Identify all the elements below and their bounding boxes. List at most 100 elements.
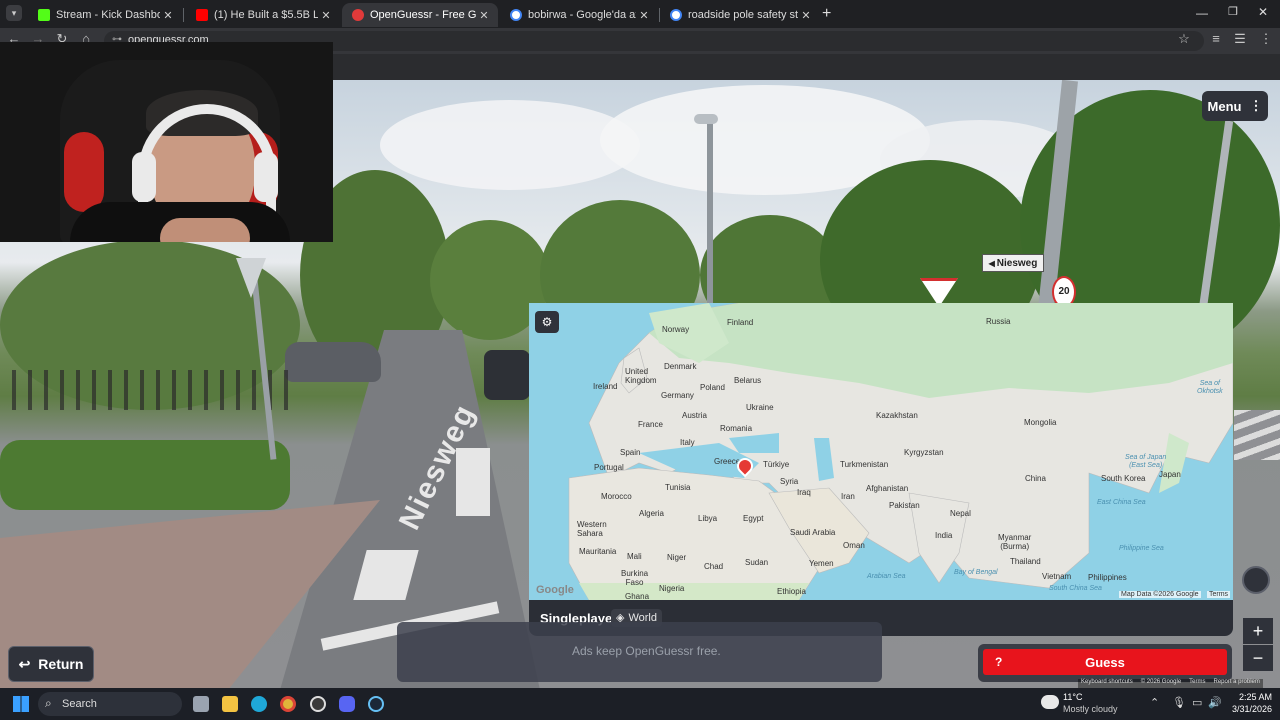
close-icon[interactable]: ✕: [160, 9, 176, 22]
map-terms-link[interactable]: Terms: [1207, 591, 1231, 598]
guess-map[interactable]: Finland Norway Russia United Kingdom Ire…: [529, 303, 1233, 600]
map-label: Ethiopia: [777, 587, 806, 596]
map-label: Nigeria: [659, 584, 685, 593]
return-icon: ↩: [18, 655, 31, 672]
map-label: Kyrgyzstan: [904, 448, 944, 457]
map-label: Türkiye: [763, 460, 790, 469]
map-label: Ukraine: [746, 403, 774, 412]
steam-icon[interactable]: [368, 696, 384, 712]
map-settings-button[interactable]: ⚙: [535, 311, 559, 333]
map-label: Egypt: [743, 514, 764, 523]
clock-date[interactable]: 3/31/2026: [1224, 704, 1272, 714]
close-icon[interactable]: ✕: [636, 9, 652, 22]
close-icon[interactable]: ✕: [798, 9, 814, 22]
map-label: Sudan: [745, 558, 769, 567]
tab-google-bobirwa[interactable]: bobirwa - Google'da axtarış ✕: [500, 3, 658, 27]
street-lamp: [707, 120, 713, 305]
map-label: Algeria: [639, 509, 664, 518]
shortcuts-link[interactable]: Keyboard shortcuts: [1081, 679, 1133, 688]
map-label: Yemen: [809, 559, 834, 568]
map-label: Oman: [843, 541, 865, 550]
search-placeholder: Search: [62, 698, 97, 710]
map-label: Spain: [620, 448, 641, 457]
taskbar-search[interactable]: ⌕ Search: [38, 692, 182, 716]
edge-icon[interactable]: [251, 696, 267, 712]
tray-chevron-icon[interactable]: ⌃: [1150, 696, 1159, 709]
sea-label: Bay of Bengal: [954, 569, 998, 576]
weather-temp: 11°C: [1063, 692, 1083, 702]
tab-title: (1) He Built a $5.5B Legal AI Co: [214, 9, 318, 21]
tab-kick-dashboard[interactable]: Stream - Kick Dashboard ✕: [28, 3, 182, 27]
map-label: Ireland: [593, 382, 618, 391]
map-label: Kazakhstan: [876, 411, 918, 420]
parked-car: [484, 350, 530, 400]
extensions-icon[interactable]: ☰: [1230, 31, 1250, 47]
map-label: Syria: [780, 477, 799, 486]
ad-text: Ads keep OpenGuessr free.: [572, 644, 721, 658]
map-label: South Korea: [1101, 474, 1146, 483]
google-icon: [670, 9, 682, 21]
restore-button[interactable]: ❐: [1228, 5, 1238, 18]
obs-icon[interactable]: [310, 696, 326, 712]
map-label: Japan: [1159, 470, 1181, 479]
minimize-button[interactable]: —: [1196, 6, 1208, 20]
menu-button[interactable]: Menu ⋮: [1202, 91, 1268, 121]
bookmark-star-icon[interactable]: ☆: [1174, 31, 1194, 47]
reading-list-icon[interactable]: ≡: [1206, 31, 1226, 46]
map-label: Ghana: [625, 592, 650, 600]
weather-icon[interactable]: [1041, 695, 1059, 709]
more-menu-icon[interactable]: ⋮: [1256, 31, 1276, 47]
map-label: Chad: [704, 562, 724, 571]
map-label: Saudi Arabia: [790, 528, 836, 537]
tab-openguessr[interactable]: OpenGuessr - Free GeoGuessr ✕: [342, 3, 498, 27]
return-button[interactable]: ↩ Return: [8, 646, 94, 682]
sea-label: Philippine Sea: [1119, 545, 1164, 552]
map-label: Western Sahara: [577, 520, 607, 538]
map-label: Afghanistan: [866, 484, 909, 493]
guess-button[interactable]: ? Guess: [983, 649, 1227, 675]
more-vertical-icon: ⋮: [1249, 98, 1263, 113]
map-label: Finland: [727, 318, 754, 327]
compass-icon[interactable]: [1242, 566, 1270, 594]
zoom-out-button[interactable]: −: [1243, 645, 1273, 671]
ad-banner: Ads keep OpenGuessr free.: [397, 622, 882, 682]
map-label: Morocco: [601, 492, 632, 501]
display-icon[interactable]: ▭: [1192, 696, 1202, 709]
tab-title: bobirwa - Google'da axtarış: [528, 9, 636, 21]
map-label: Niger: [667, 553, 687, 562]
streetview-attribution: Keyboard shortcuts © 2026 Google Terms R…: [1078, 679, 1263, 688]
windows-start-icon[interactable]: [13, 696, 29, 712]
sea-label: Arabian Sea: [867, 573, 906, 580]
tab-search-button[interactable]: ▾: [6, 5, 22, 21]
openguessr-icon: [352, 9, 364, 21]
tab-youtube-video[interactable]: (1) He Built a $5.5B Legal AI Co ✕: [186, 3, 340, 27]
close-icon[interactable]: ✕: [476, 9, 492, 22]
volume-icon[interactable]: 🔊: [1208, 696, 1222, 709]
close-icon[interactable]: ✕: [318, 9, 334, 22]
google-logo: Google: [536, 584, 574, 596]
tab-google-roadside[interactable]: roadside pole safety standards ✕: [660, 3, 820, 27]
clock-time[interactable]: 2:25 AM: [1232, 692, 1272, 702]
discord-icon[interactable]: [339, 696, 355, 712]
window-close-button[interactable]: ✕: [1258, 5, 1268, 19]
task-view-icon[interactable]: [193, 696, 209, 712]
chrome-icon[interactable]: [280, 696, 296, 712]
kick-icon: [38, 9, 50, 21]
map-label: France: [638, 420, 663, 429]
weather-desc: Mostly cloudy: [1063, 704, 1118, 714]
new-tab-button[interactable]: +: [822, 5, 831, 23]
zoom-in-button[interactable]: +: [1243, 618, 1273, 644]
tab-title: roadside pole safety standards: [688, 9, 798, 21]
map-label: United Kingdom: [625, 367, 657, 385]
file-explorer-icon[interactable]: [222, 696, 238, 712]
sea-label: Sea of Japan (East Sea): [1125, 454, 1167, 469]
terms-link[interactable]: Terms: [1189, 679, 1205, 688]
sea-label: Sea of Okhotsk: [1197, 380, 1223, 395]
map-label: China: [1025, 474, 1046, 483]
map-label: Italy: [680, 438, 695, 447]
sea-label: South China Sea: [1049, 585, 1102, 592]
map-label: Tunisia: [665, 483, 691, 492]
arrow-left-icon: ◀: [988, 258, 995, 268]
report-link[interactable]: Report a problem: [1214, 679, 1260, 688]
microphone-icon[interactable]: 🎙: [1172, 696, 1186, 709]
